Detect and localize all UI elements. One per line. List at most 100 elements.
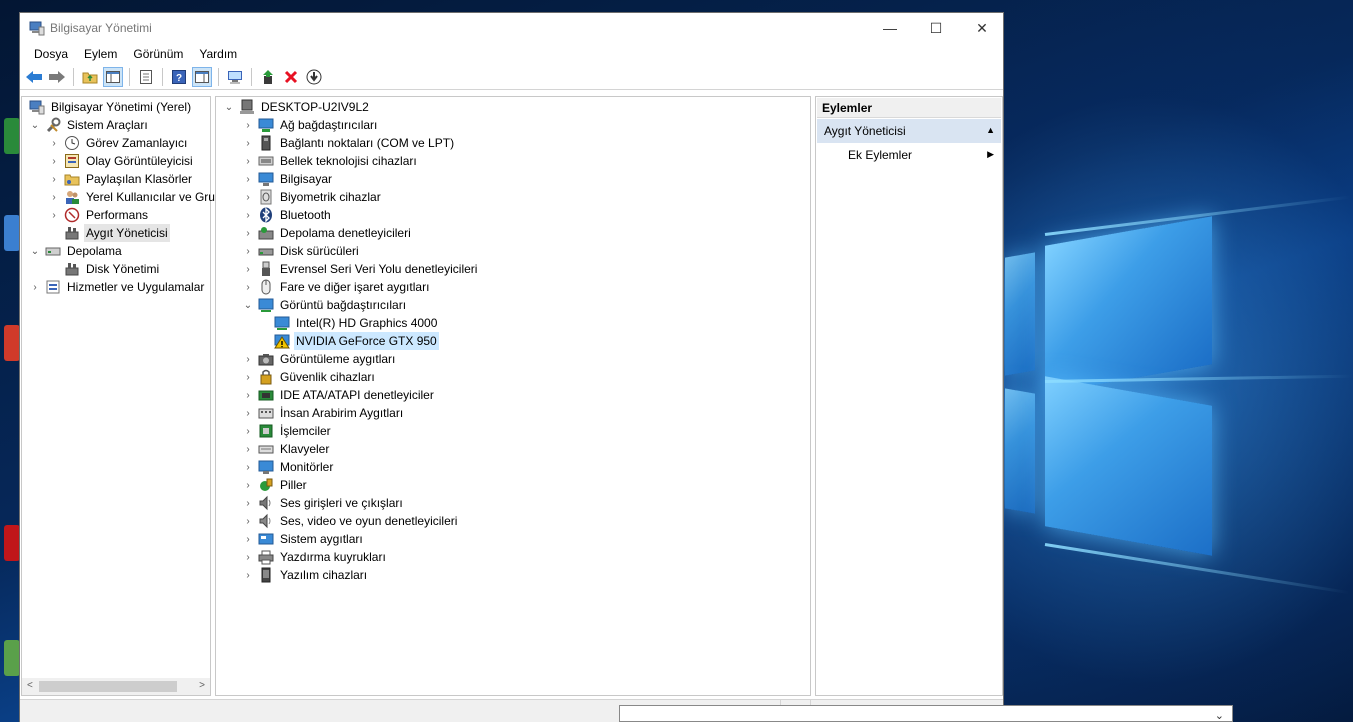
device-category-item[interactable]: › Ses girişleri ve çıkışları	[242, 494, 405, 512]
forward-arrow-icon[interactable]	[47, 67, 67, 87]
chevron-right-icon[interactable]: ›	[242, 191, 254, 203]
device-category-item[interactable]: › Evrensel Seri Veri Yolu denetleyicileri	[242, 260, 479, 278]
show-hide-action-pane-icon[interactable]	[192, 67, 212, 87]
chevron-right-icon[interactable]: ›	[242, 263, 254, 275]
menu-file[interactable]: Dosya	[26, 47, 76, 61]
tree-item-task-scheduler[interactable]: › Görev Zamanlayıcı	[48, 134, 189, 152]
device-category-item[interactable]: › Monitörler	[242, 458, 335, 476]
chevron-right-icon[interactable]: ›	[242, 425, 254, 437]
tree-item-storage[interactable]: ⌄ Depolama	[29, 242, 124, 260]
chevron-right-icon[interactable]: ›	[242, 227, 254, 239]
scrollbar-thumb[interactable]	[39, 681, 177, 692]
device-category-item[interactable]: › Ağ bağdaştırıcıları	[242, 116, 379, 134]
chevron-right-icon[interactable]: ›	[48, 137, 60, 149]
chevron-right-icon[interactable]: ›	[242, 245, 254, 257]
device-category-item[interactable]: › Görüntüleme aygıtları	[242, 350, 397, 368]
menu-help[interactable]: Yardım	[191, 47, 245, 61]
device-category-item[interactable]: › Güvenlik cihazları	[242, 368, 377, 386]
tree-item-local-users[interactable]: › Yerel Kullanıcılar ve Gru	[48, 188, 217, 206]
tree-item-disk-management[interactable]: Disk Yönetimi	[64, 260, 161, 278]
title-bar[interactable]: Bilgisayar Yönetimi — ☐ ✕	[20, 13, 1003, 43]
chevron-down-icon[interactable]: ⌄	[242, 299, 254, 311]
chevron-right-icon[interactable]: ›	[242, 353, 254, 365]
scan-hardware-icon[interactable]	[225, 67, 245, 87]
up-folder-icon[interactable]	[80, 67, 100, 87]
maximize-button[interactable]: ☐	[913, 13, 959, 43]
console-tree-icon[interactable]	[103, 67, 123, 87]
desktop-shortcut-icon[interactable]	[4, 640, 20, 676]
back-arrow-icon[interactable]	[24, 67, 44, 87]
tree-item-event-viewer[interactable]: › Olay Görüntüleyicisi	[48, 152, 195, 170]
desktop-shortcut-icon[interactable]	[4, 525, 20, 561]
device-category-item[interactable]: › Fare ve diğer işaret aygıtları	[242, 278, 431, 296]
device-category-item[interactable]: › İnsan Arabirim Aygıtları	[242, 404, 405, 422]
device-category-item[interactable]: › Bilgisayar	[242, 170, 334, 188]
delete-icon[interactable]	[281, 67, 301, 87]
tree-item-performance[interactable]: › Performans	[48, 206, 150, 224]
device-category-item[interactable]: › Piller	[242, 476, 309, 494]
tree-item-computer-management[interactable]: Bilgisayar Yönetimi (Yerel)	[29, 98, 193, 116]
chevron-down-icon[interactable]: ⌄	[29, 119, 41, 131]
device-item[interactable]: Intel(R) HD Graphics 4000	[274, 314, 439, 332]
chevron-right-icon[interactable]: ›	[242, 569, 254, 581]
collapse-triangle-icon[interactable]: ▲	[986, 125, 995, 135]
chevron-down-icon[interactable]: ⌄	[1215, 709, 1224, 722]
help-icon[interactable]: ?	[169, 67, 189, 87]
desktop-shortcut-icon[interactable]	[4, 325, 20, 361]
device-category-item[interactable]: › Bağlantı noktaları (COM ve LPT)	[242, 134, 456, 152]
chevron-right-icon[interactable]: ›	[242, 407, 254, 419]
close-button[interactable]: ✕	[959, 13, 1005, 43]
device-category-item[interactable]: › Ses, video ve oyun denetleyicileri	[242, 512, 459, 530]
device-category-item[interactable]: › İşlemciler	[242, 422, 333, 440]
chevron-right-icon[interactable]: ›	[242, 551, 254, 563]
scroll-left-icon[interactable]: <	[27, 680, 33, 691]
chevron-right-icon[interactable]: ›	[242, 479, 254, 491]
menu-action[interactable]: Eylem	[76, 47, 125, 61]
dropdown-popup[interactable]: ⌄	[619, 705, 1233, 722]
scroll-right-icon[interactable]: >	[199, 680, 205, 691]
device-category-item[interactable]: › Bluetooth	[242, 206, 333, 224]
tree-item-services-applications[interactable]: › Hizmetler ve Uygulamalar	[29, 278, 206, 296]
chevron-right-icon[interactable]: ›	[48, 209, 60, 221]
tree-item-shared-folders[interactable]: › Paylaşılan Klasörler	[48, 170, 194, 188]
device-category-item[interactable]: › Depolama denetleyicileri	[242, 224, 413, 242]
chevron-right-icon[interactable]: ›	[48, 173, 60, 185]
menu-view[interactable]: Görünüm	[125, 47, 191, 61]
minimize-button[interactable]: —	[867, 13, 913, 43]
device-category-item[interactable]: › IDE ATA/ATAPI denetleyiciler	[242, 386, 436, 404]
device-category-item[interactable]: › Bellek teknolojisi cihazları	[242, 152, 419, 170]
chevron-right-icon[interactable]: ›	[242, 173, 254, 185]
chevron-right-icon[interactable]: ›	[242, 155, 254, 167]
device-tree-root[interactable]: ⌄ DESKTOP-U2IV9L2	[223, 98, 371, 116]
download-circle-icon[interactable]	[304, 67, 324, 87]
chevron-right-icon[interactable]: ›	[242, 533, 254, 545]
chevron-right-icon[interactable]: ›	[242, 371, 254, 383]
properties-icon[interactable]	[136, 67, 156, 87]
update-driver-icon[interactable]	[258, 67, 278, 87]
device-item[interactable]: NVIDIA GeForce GTX 950	[274, 332, 439, 350]
chevron-right-icon[interactable]: ›	[242, 137, 254, 149]
chevron-right-icon[interactable]: ›	[242, 515, 254, 527]
chevron-right-icon[interactable]: ›	[48, 155, 60, 167]
chevron-down-icon[interactable]: ⌄	[223, 101, 235, 113]
chevron-right-icon[interactable]: ›	[242, 209, 254, 221]
tree-item-system-tools[interactable]: ⌄ Sistem Araçları	[29, 116, 150, 134]
chevron-right-icon[interactable]: ›	[242, 389, 254, 401]
actions-section-device-manager[interactable]: Aygıt Yöneticisi ▲	[817, 119, 1001, 143]
chevron-right-icon[interactable]: ›	[242, 443, 254, 455]
device-category-item[interactable]: › Sistem aygıtları	[242, 530, 365, 548]
more-actions-item[interactable]: Ek Eylemler ▶	[816, 143, 1002, 167]
chevron-right-icon[interactable]: ›	[48, 191, 60, 203]
horizontal-scrollbar[interactable]: < >	[22, 678, 210, 695]
device-category-item[interactable]: ⌄ Görüntü bağdaştırıcıları	[242, 296, 408, 314]
chevron-right-icon[interactable]: ›	[242, 497, 254, 509]
device-category-item[interactable]: › Disk sürücüleri	[242, 242, 361, 260]
device-category-item[interactable]: › Klavyeler	[242, 440, 331, 458]
device-category-item[interactable]: › Yazdırma kuyrukları	[242, 548, 388, 566]
desktop-shortcut-icon[interactable]	[4, 215, 20, 251]
desktop-shortcut-icon[interactable]	[4, 118, 20, 154]
tree-item-device-manager[interactable]: Aygıt Yöneticisi	[64, 224, 170, 242]
chevron-right-icon[interactable]: ›	[242, 461, 254, 473]
device-category-item[interactable]: › Yazılım cihazları	[242, 566, 369, 584]
chevron-right-icon[interactable]: ›	[242, 281, 254, 293]
